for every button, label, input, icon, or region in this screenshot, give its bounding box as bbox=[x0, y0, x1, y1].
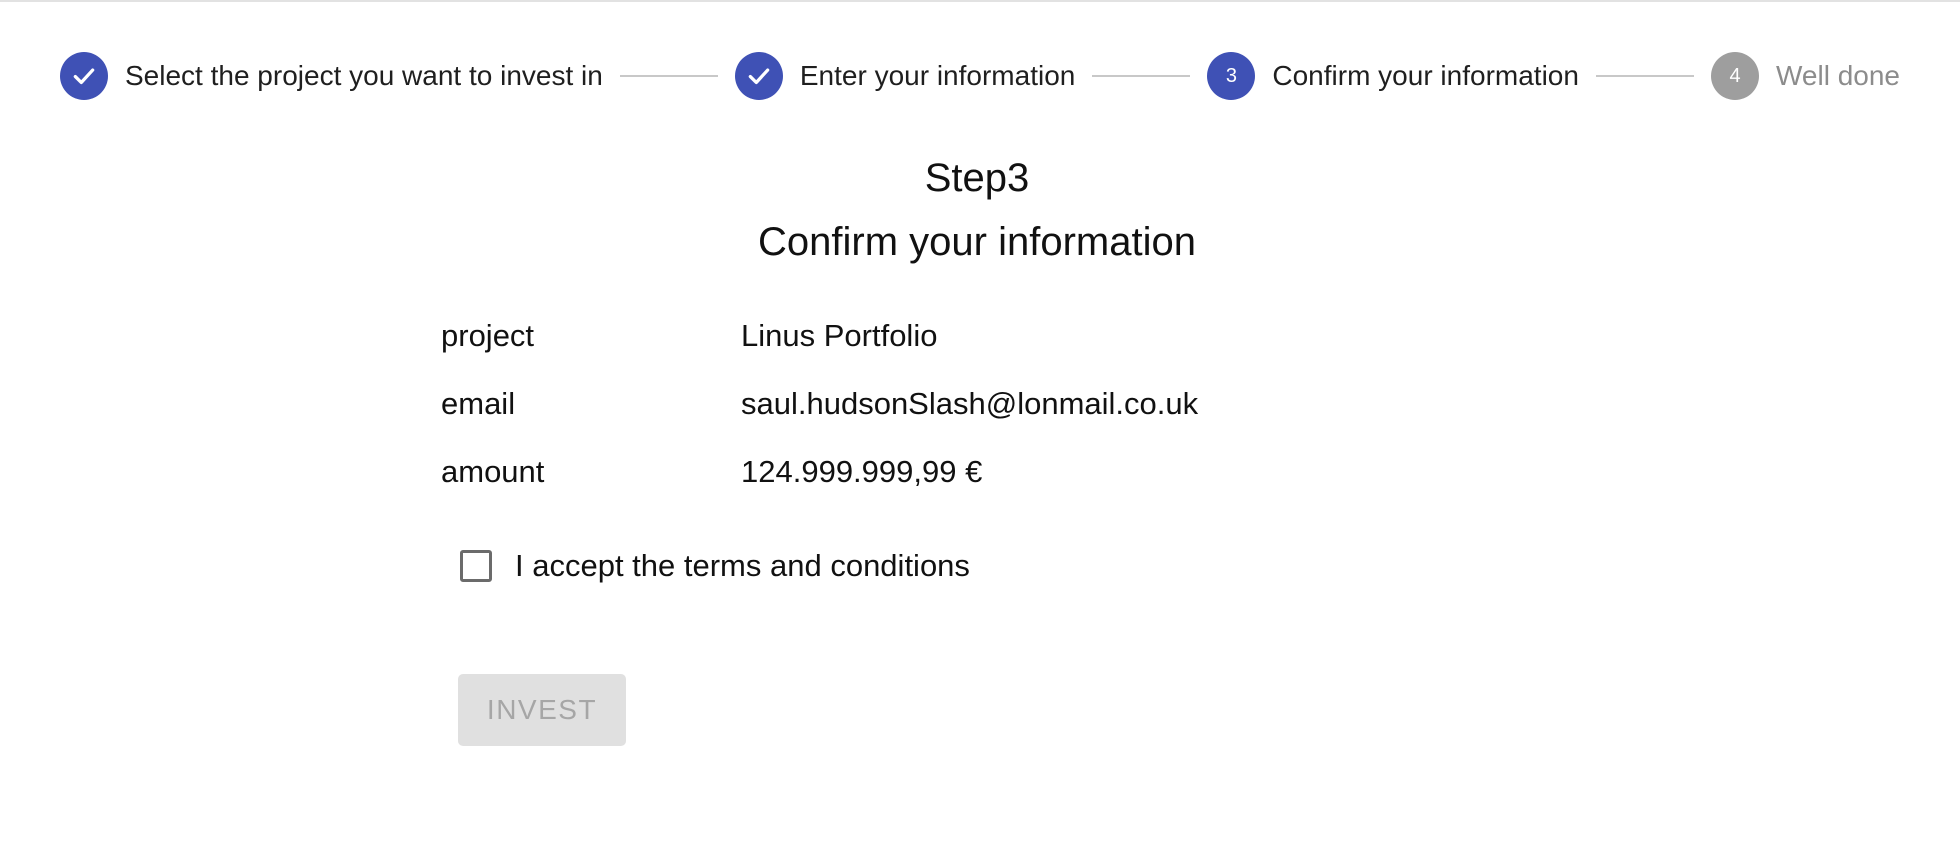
step-well-done: 4 Well done bbox=[1711, 52, 1900, 100]
step-2-label: Enter your information bbox=[799, 60, 1076, 91]
step-4-label: Well done bbox=[1776, 60, 1901, 91]
step-enter-information[interactable]: Enter your information bbox=[734, 52, 1076, 100]
investment-stepper-page: Select the project you want to invest in… bbox=[0, 0, 1960, 866]
check-icon bbox=[73, 68, 95, 85]
step-3-label: Confirm your information bbox=[1272, 60, 1579, 91]
step-1-label: Select the project you want to invest in bbox=[125, 60, 603, 91]
summary-value: 124.999.999,99 € bbox=[741, 454, 983, 489]
summary-label: project bbox=[441, 318, 535, 353]
summary-row-email: email saul.hudsonSlash@lonmail.co.uk bbox=[441, 370, 1198, 438]
summary-row-amount: amount 124.999.999,99 € bbox=[441, 438, 1198, 506]
step-4-number-badge: 4 bbox=[1711, 52, 1759, 100]
step-connector bbox=[1092, 75, 1191, 77]
step-1-completed-indicator bbox=[60, 52, 108, 100]
stepper: Select the project you want to invest in… bbox=[60, 50, 1900, 102]
summary-value: saul.hudsonSlash@lonmail.co.uk bbox=[741, 386, 1199, 421]
terms-checkbox[interactable] bbox=[460, 550, 492, 582]
terms-checkbox-row[interactable]: I accept the terms and conditions bbox=[460, 548, 970, 584]
summary-row-project: project Linus Portfolio bbox=[441, 302, 1198, 370]
confirmation-summary: project Linus Portfolio email saul.hudso… bbox=[441, 302, 1198, 506]
check-icon bbox=[748, 68, 770, 85]
step-subtitle: Confirm your information bbox=[758, 220, 1196, 264]
summary-value: Linus Portfolio bbox=[741, 318, 938, 353]
summary-label: amount bbox=[441, 454, 545, 489]
step-connector bbox=[619, 75, 718, 77]
summary-label: email bbox=[441, 386, 516, 421]
terms-label: I accept the terms and conditions bbox=[515, 548, 970, 583]
invest-button[interactable]: INVEST bbox=[458, 674, 626, 746]
step-heading: Step3 Confirm your information bbox=[0, 154, 1954, 266]
step-2-completed-indicator bbox=[734, 52, 783, 100]
step-connector bbox=[1595, 75, 1694, 77]
step-3-number-badge: 3 bbox=[1207, 52, 1256, 100]
step-select-project[interactable]: Select the project you want to invest in bbox=[60, 52, 603, 100]
step-confirm-information: 3 Confirm your information bbox=[1207, 52, 1579, 100]
step-title: Step3 bbox=[924, 156, 1030, 200]
